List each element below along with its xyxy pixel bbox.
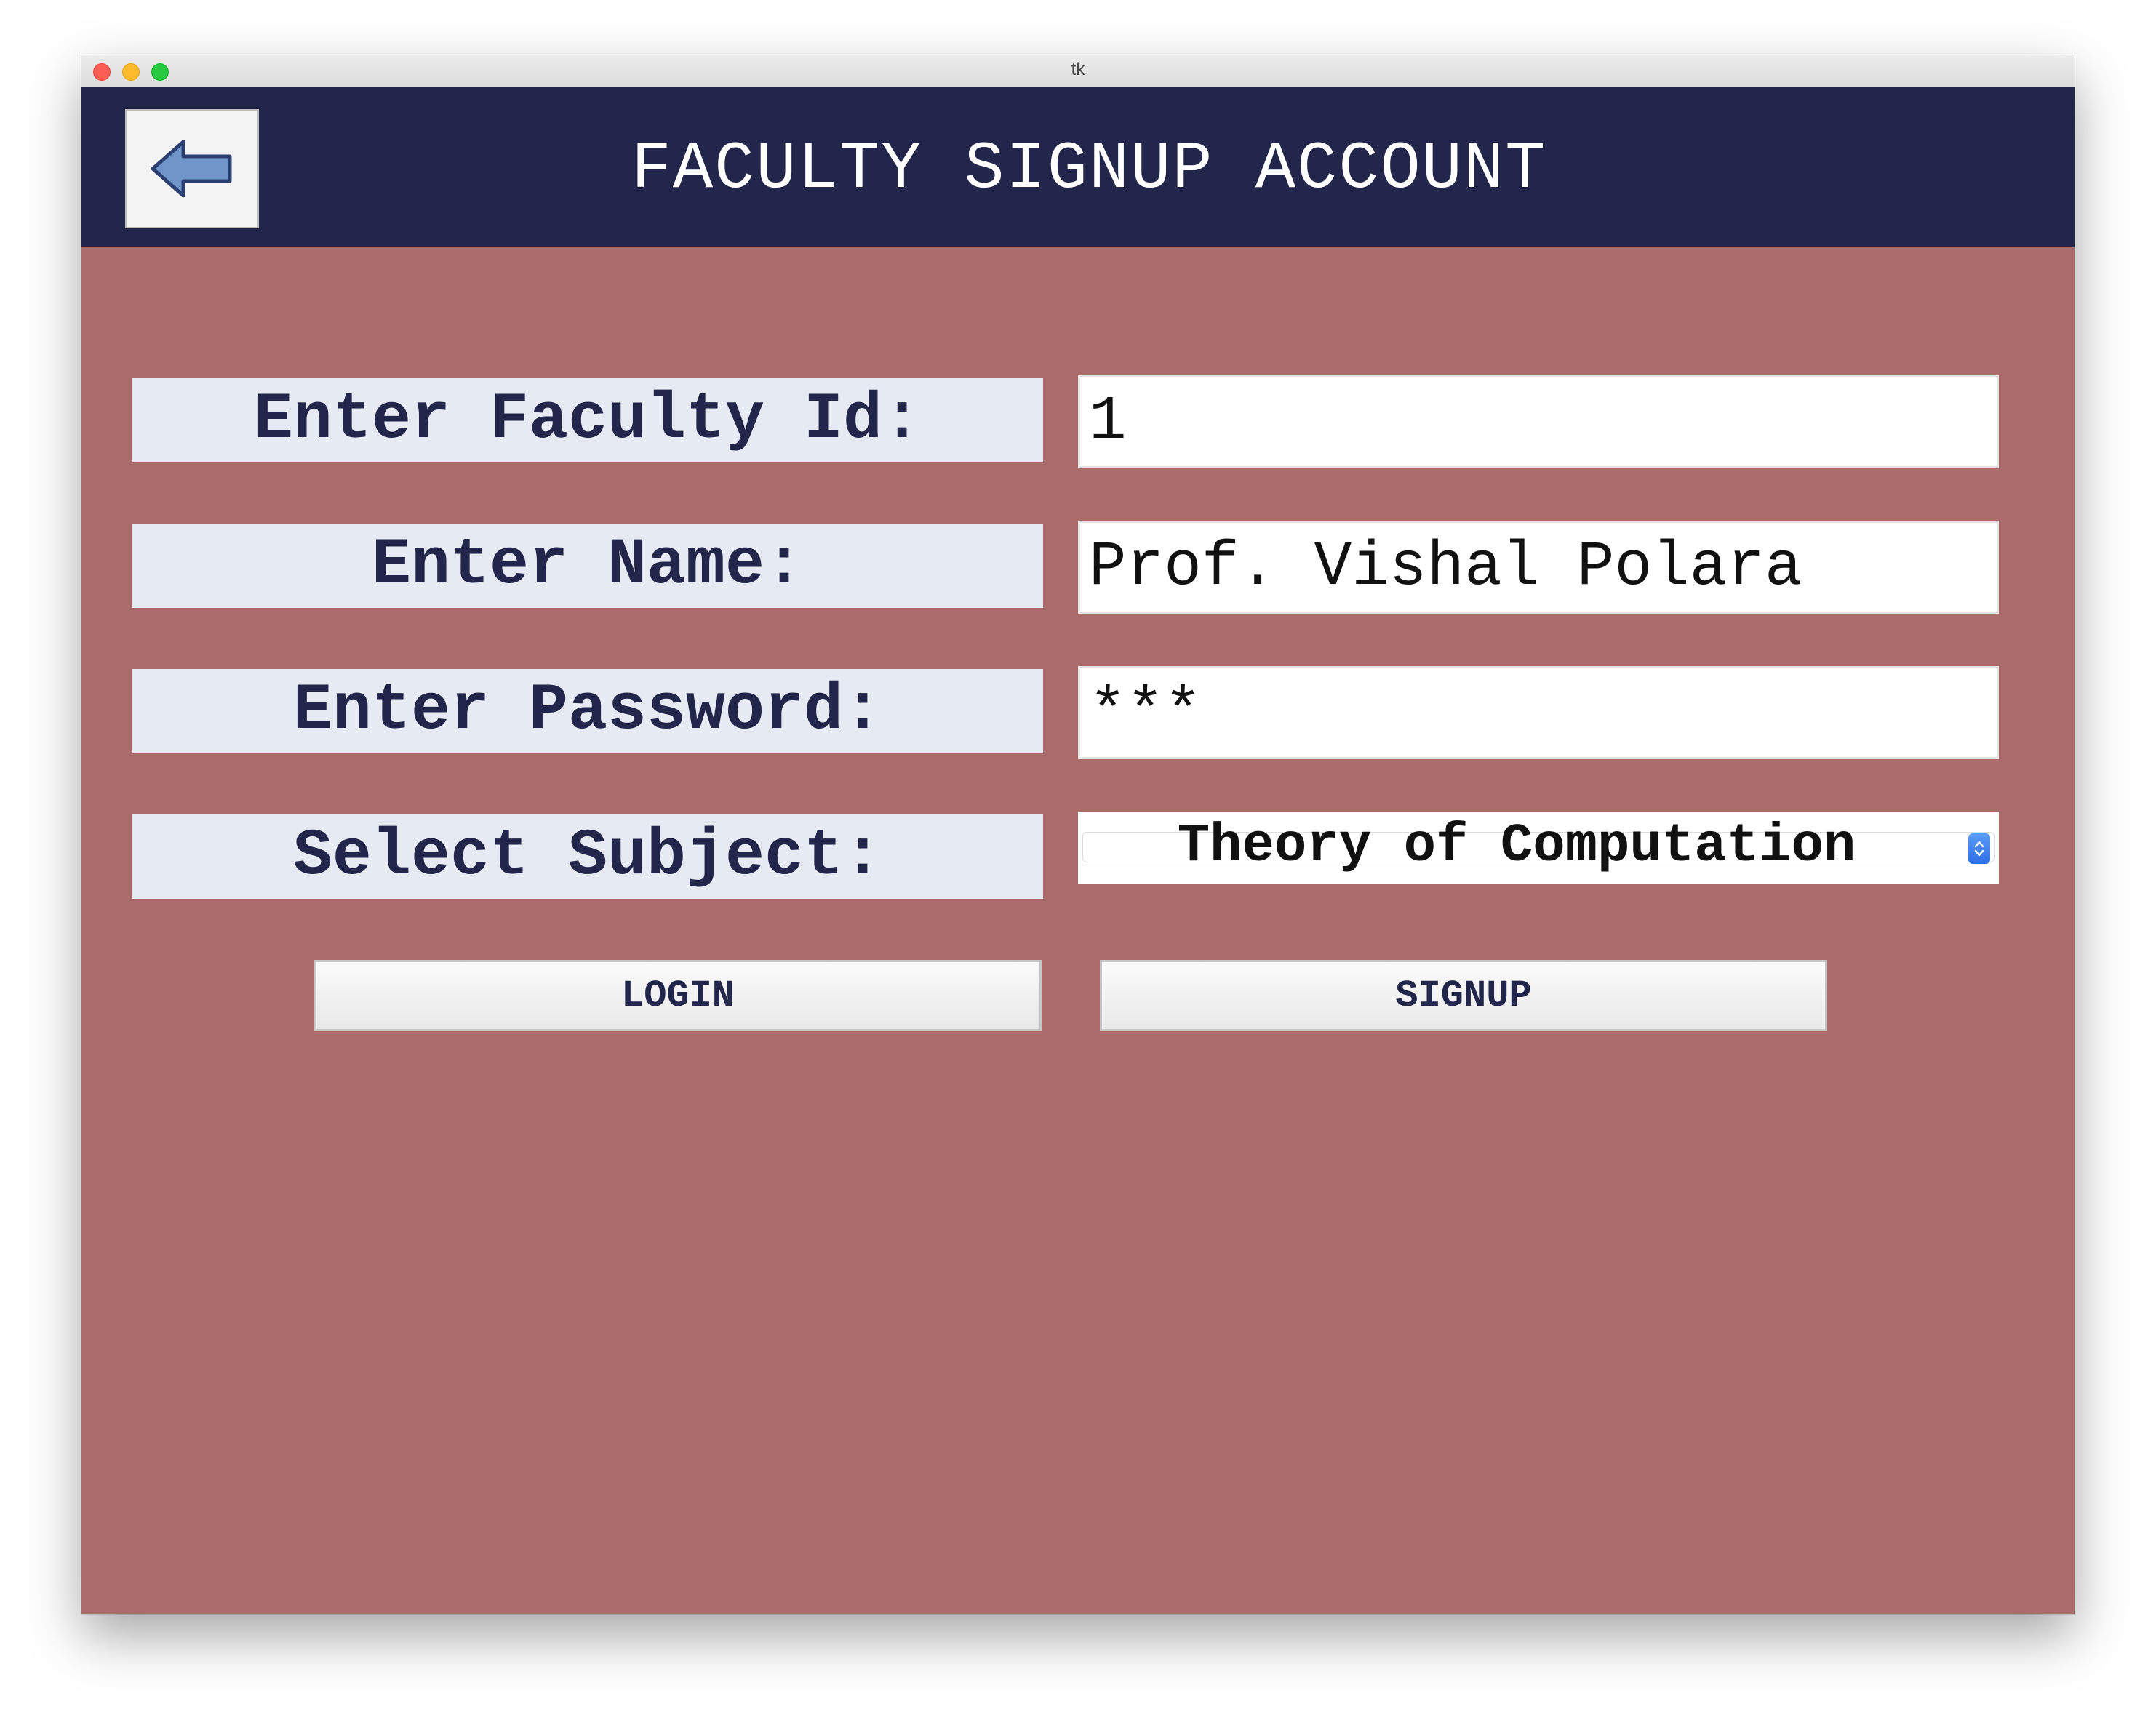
name-input[interactable] [1078,521,1999,614]
login-button[interactable]: LOGIN [314,960,1042,1031]
signup-button[interactable]: SIGNUP [1100,960,1827,1031]
name-label: Enter Name: [132,524,1043,608]
subject-select-value: Theory of Computation [1177,816,1856,877]
select-arrows-icon[interactable] [1968,833,1990,864]
page-header: FACULTY SIGNUP ACCOUNT [81,87,2075,247]
chevron-updown-icon [1974,841,1984,857]
password-label: Enter Password: [132,669,1043,753]
app-window: tk FACULTY SIGNUP ACCOUNT Enter Faculty … [81,55,2075,1614]
password-input[interactable] [1078,666,1999,759]
window-title: tk [1071,60,1085,79]
subject-label: Select Subject: [132,814,1043,899]
faculty-id-label: Enter Faculty Id: [132,378,1043,462]
page-title: FACULTY SIGNUP ACCOUNT [631,131,1547,207]
faculty-id-input[interactable] [1078,375,1999,468]
subject-select[interactable]: Theory of Computation [1078,812,1999,884]
window-titlebar: tk [81,55,2075,88]
